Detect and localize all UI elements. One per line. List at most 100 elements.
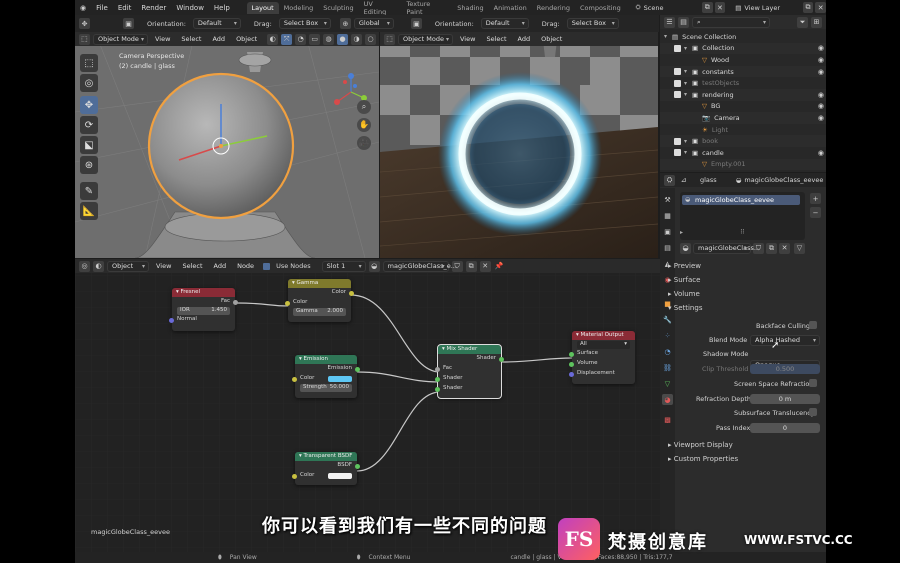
rendered-shading-icon[interactable]: ○ bbox=[365, 33, 376, 45]
node-material-field[interactable]: magicGlobeClass_e... bbox=[382, 260, 457, 272]
node-gamma[interactable]: ▾ Gamma Color Color Gamma 2.000 bbox=[285, 279, 354, 322]
outliner-row-bg[interactable]: ▽ BG ◉ bbox=[660, 101, 826, 113]
view-layer-icon[interactable]: ▤ bbox=[735, 4, 741, 12]
filter-icon[interactable]: ⏷ bbox=[797, 16, 808, 28]
socket-in-color[interactable] bbox=[285, 301, 290, 306]
expand-toggle-icon[interactable]: ▾ bbox=[684, 138, 692, 145]
material-shading-icon[interactable]: ◑ bbox=[351, 33, 363, 45]
blender-logo-icon[interactable]: ◉ bbox=[75, 4, 91, 12]
drag-dropdown-2[interactable]: Select Box bbox=[566, 18, 619, 29]
viewport2-menu-view[interactable]: View bbox=[456, 34, 479, 45]
particles-tab-icon[interactable]: ⁘ bbox=[662, 330, 673, 341]
physics-tab-icon[interactable]: ◔ bbox=[662, 346, 673, 357]
outliner-row-empty-001[interactable]: ▽ Empty.001 bbox=[660, 158, 826, 171]
select-mode-icon[interactable]: ▣ bbox=[123, 18, 134, 29]
section-preview[interactable]: ▸ Preview bbox=[668, 262, 701, 270]
properties-editor-type-icon[interactable]: ⛭ bbox=[664, 174, 675, 186]
visibility-eye-icon[interactable]: ◉ bbox=[818, 149, 824, 157]
scene-icon[interactable]: ⛭ bbox=[635, 3, 640, 12]
socket-in-displacement[interactable] bbox=[569, 372, 574, 377]
output-target-dropdown[interactable]: All ▾ bbox=[577, 341, 630, 349]
emission-color-swatch[interactable] bbox=[328, 376, 352, 382]
visibility-eye-icon[interactable]: ◉ bbox=[818, 68, 824, 76]
use-nodes-checkbox[interactable] bbox=[263, 262, 271, 270]
outliner-row-collection[interactable]: ▾ ▣ Collection ◉ bbox=[660, 42, 826, 55]
socket-in-shader-1[interactable] bbox=[435, 377, 440, 382]
gizmo-icon[interactable]: ⤧ bbox=[281, 33, 293, 45]
visibility-icon[interactable]: ◐ bbox=[267, 33, 279, 45]
node-transparent-header[interactable]: ▾ Transparent BSDF bbox=[295, 452, 357, 461]
collection-exclude-checkbox[interactable] bbox=[684, 56, 691, 63]
viewport2-mode-dropdown[interactable]: Object Mode bbox=[398, 33, 453, 45]
outliner-editor-type-icon[interactable]: ☰ bbox=[664, 16, 675, 28]
menu-window[interactable]: Window bbox=[171, 4, 209, 12]
unlink-material-icon[interactable]: ✕ bbox=[479, 260, 491, 272]
expand-toggle-icon[interactable]: ▾ bbox=[684, 80, 692, 87]
wireframe-shading-icon[interactable]: ◍ bbox=[323, 33, 335, 45]
collection-exclude-checkbox[interactable] bbox=[684, 126, 691, 133]
collection-exclude-checkbox[interactable] bbox=[684, 114, 691, 121]
node-output-header[interactable]: ▾ Material Output bbox=[572, 331, 635, 340]
node-transparent-bsdf[interactable]: ▾ Transparent BSDF BSDF Color bbox=[292, 452, 360, 485]
remove-slot-icon[interactable]: − bbox=[810, 207, 821, 218]
tab-rendering[interactable]: Rendering bbox=[532, 2, 575, 14]
visibility-eye-icon[interactable]: ◉ bbox=[818, 114, 824, 122]
node-mix-shader[interactable]: ▾ Mix Shader Shader Fac Shader Shader bbox=[435, 344, 504, 399]
add-slot-icon[interactable]: + bbox=[810, 193, 821, 204]
pivot-icon[interactable]: ⊕ bbox=[339, 18, 351, 29]
gamma-value-field[interactable]: Gamma 2.000 bbox=[293, 308, 346, 316]
pin-icon[interactable]: ⊿ bbox=[678, 175, 689, 186]
measure-tool-icon[interactable]: 📐 bbox=[80, 202, 98, 220]
outliner-search-input[interactable]: ⌕ bbox=[692, 16, 770, 28]
viewport-menu-view[interactable]: View bbox=[151, 34, 174, 45]
collection-exclude-checkbox[interactable] bbox=[684, 161, 691, 168]
duplicate-material-icon[interactable]: ⧉ bbox=[465, 260, 477, 272]
cursor-tool-icon[interactable]: ◎ bbox=[80, 74, 98, 92]
select-box-tool-icon[interactable]: ⬚ bbox=[80, 54, 98, 72]
collection-exclude-checkbox[interactable] bbox=[674, 79, 681, 87]
move-tool-icon[interactable]: ✥ bbox=[80, 96, 98, 114]
rotate-tool-icon[interactable]: ⟳ bbox=[80, 116, 98, 134]
socket-out-shader[interactable] bbox=[499, 357, 504, 362]
blend-mode-dropdown[interactable]: Alpha Hashed bbox=[750, 335, 820, 346]
node-editor-type-icon[interactable]: ◎ bbox=[79, 260, 90, 272]
socket-out-color[interactable] bbox=[349, 291, 354, 296]
expand-slot-icon[interactable]: ▸ bbox=[680, 229, 683, 236]
collection-exclude-checkbox[interactable] bbox=[684, 103, 691, 110]
viewport2-menu-add[interactable]: Add bbox=[514, 34, 535, 45]
transform-orientation-dropdown[interactable]: Global bbox=[353, 18, 394, 29]
collection-exclude-checkbox[interactable] bbox=[674, 91, 681, 99]
overlay-icon[interactable]: ◔ bbox=[295, 33, 307, 45]
socket-in-emission-color[interactable] bbox=[292, 377, 297, 382]
expand-toggle-icon[interactable]: ▾ bbox=[684, 68, 692, 75]
socket-out-bsdf[interactable] bbox=[355, 464, 360, 469]
collection-exclude-checkbox[interactable] bbox=[674, 44, 681, 52]
material-delete-icon[interactable]: ✕ bbox=[779, 242, 790, 254]
viewport2-menu-object[interactable]: Object bbox=[537, 34, 566, 45]
display-mode-icon[interactable]: ▤ bbox=[678, 16, 689, 28]
outliner-row-candle[interactable]: ▾ ▣ candle ◉ bbox=[660, 147, 826, 159]
render-tab-icon[interactable]: ▦ bbox=[662, 210, 673, 221]
tab-layout[interactable]: Layout bbox=[246, 1, 279, 14]
annotate-tool-icon[interactable]: ✎ bbox=[80, 182, 98, 200]
outliner-row-wood[interactable]: ▽ Wood ◉ bbox=[660, 54, 826, 66]
emission-strength-field[interactable]: Strength 50.000 bbox=[300, 384, 352, 392]
properties-editor[interactable]: ⛭ ⊿ glass ◒ magicGlobeClass_eevee ⚒ ▦ ▣ … bbox=[660, 173, 826, 552]
outliner-row-constants[interactable]: ▾ ▣ constants ◉ bbox=[660, 65, 826, 78]
pan-hand-icon[interactable]: ✋ bbox=[357, 118, 371, 132]
expand-toggle-icon[interactable]: ▾ bbox=[664, 33, 672, 40]
outliner-row-rendering[interactable]: ▾ ▣ rendering ◉ bbox=[660, 89, 826, 101]
socket-in-surface[interactable] bbox=[569, 352, 574, 357]
material-slot-row[interactable]: ◒ magicGlobeClass_eevee bbox=[682, 195, 800, 205]
material-browse-icon[interactable]: ◒ bbox=[368, 260, 380, 272]
material-slot-list[interactable]: ◒ magicGlobeClass_eevee ⠿ bbox=[680, 192, 805, 240]
solid-shading-icon[interactable]: ● bbox=[337, 33, 349, 45]
node-material-output[interactable]: ▾ Material Output All ▾ Surface Volume Di… bbox=[569, 331, 635, 384]
constraints-tab-icon[interactable]: ⛓ bbox=[662, 362, 673, 373]
tab-shading[interactable]: Shading bbox=[452, 2, 488, 14]
backface-culling-checkbox[interactable] bbox=[809, 321, 817, 329]
transparent-color-swatch[interactable] bbox=[328, 473, 352, 479]
sss-translucency-checkbox[interactable] bbox=[809, 408, 817, 416]
node-fresnel[interactable]: ▾ Fresnel Fac IOR 1.450 Normal bbox=[169, 288, 238, 331]
pass-index-field[interactable]: 0 bbox=[750, 423, 820, 433]
